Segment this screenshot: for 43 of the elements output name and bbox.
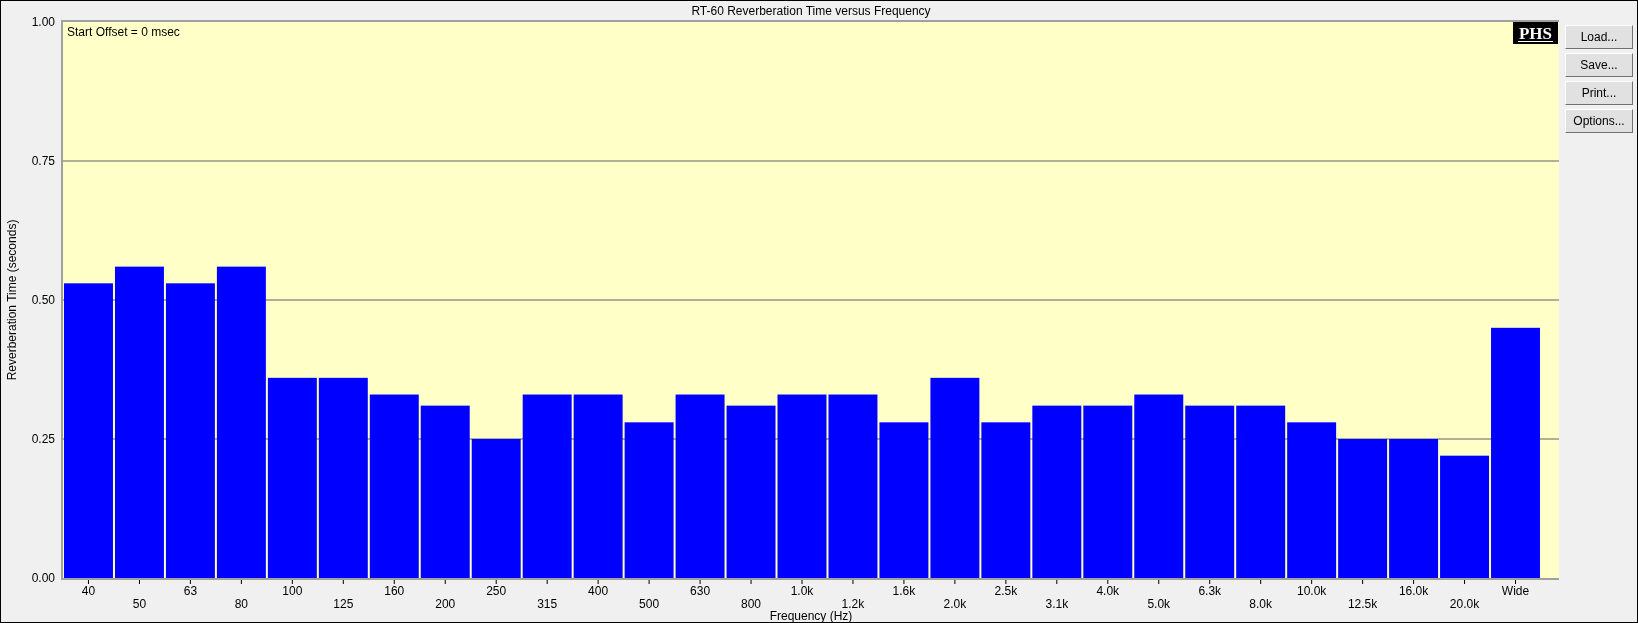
x-tick-label: 12.5k bbox=[1347, 597, 1378, 611]
y-tick-label: 0.50 bbox=[31, 293, 55, 307]
x-tick-label: 3.1k bbox=[1045, 597, 1069, 611]
x-tick-label: 315 bbox=[537, 597, 558, 611]
x-tick-label: 5.0k bbox=[1147, 597, 1171, 611]
x-tick-label: 2.5k bbox=[994, 584, 1018, 598]
x-tick-label: 630 bbox=[690, 584, 711, 598]
y-tick-label: 0.25 bbox=[31, 432, 55, 446]
x-tick-label: 1.6k bbox=[892, 584, 916, 598]
x-tick-label: 125 bbox=[333, 597, 354, 611]
y-axis-label: Reverberation Time (seconds) bbox=[5, 219, 19, 381]
x-tick-label: 8.0k bbox=[1249, 597, 1273, 611]
x-tick-label: 50 bbox=[132, 597, 147, 611]
x-tick-label: 16.0k bbox=[1398, 584, 1429, 598]
x-tick-label: Wide bbox=[1501, 584, 1530, 598]
x-tick-label: 1.2k bbox=[841, 597, 865, 611]
x-tick-label: 63 bbox=[183, 584, 198, 598]
y-tick-label: 0.00 bbox=[31, 571, 55, 585]
x-tick-label: 400 bbox=[588, 584, 609, 598]
button[interactable]: Save... bbox=[1565, 53, 1633, 77]
x-tick-label: 160 bbox=[384, 584, 405, 598]
button[interactable]: Load... bbox=[1565, 25, 1633, 49]
x-tick-label: 4.0k bbox=[1096, 584, 1120, 598]
chart-annotation: Start Offset = 0 msec bbox=[67, 25, 180, 39]
button[interactable]: Print... bbox=[1565, 81, 1633, 105]
x-axis-label: Frequency (Hz) bbox=[769, 609, 853, 622]
x-tick-label: 6.3k bbox=[1198, 584, 1222, 598]
y-tick-label: 0.75 bbox=[31, 154, 55, 168]
x-tick-label: 250 bbox=[486, 584, 507, 598]
y-tick-label: 1.00 bbox=[31, 15, 55, 29]
x-tick-label: 1.0k bbox=[790, 584, 814, 598]
x-tick-label: 40 bbox=[81, 584, 96, 598]
x-tick-label: 200 bbox=[435, 597, 456, 611]
x-tick-label: 100 bbox=[282, 584, 303, 598]
logo: PHS bbox=[1513, 22, 1558, 44]
x-tick-label: 10.0k bbox=[1297, 584, 1327, 598]
chart-title: RT-60 Reverberation Time versus Frequency bbox=[691, 4, 931, 18]
x-tick-label: 2.0k bbox=[943, 597, 967, 611]
x-tick-label: 500 bbox=[639, 597, 660, 611]
x-tick-label: 80 bbox=[234, 597, 249, 611]
button[interactable]: Options... bbox=[1565, 109, 1633, 133]
x-tick-label: 20.0k bbox=[1449, 597, 1480, 611]
x-tick-label: 800 bbox=[741, 597, 762, 611]
